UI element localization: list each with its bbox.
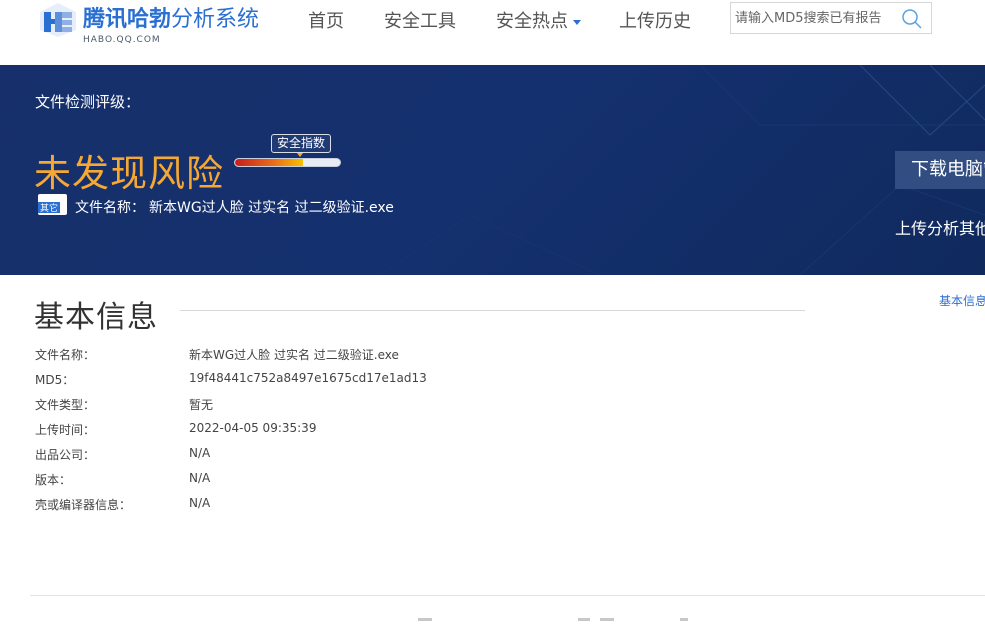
info-key: 出品公司： [35,448,96,462]
file-type-badge-icon: 其它 [38,194,67,215]
result-banner: 文件检测评级： 未发现风险 安全指数 其它 文件名称： 新本WG过人脸 过实名 … [0,65,985,275]
nav-upload-history[interactable]: 上传历史 [619,10,691,34]
download-pc-manager-button[interactable]: 下载电脑管家 [895,151,985,189]
safety-index-fill [235,159,304,166]
info-key: 壳或编译器信息： [35,498,132,512]
info-key: 版本： [35,473,72,487]
footer-fragment [578,618,590,621]
file-type-badge-text: 其它 [40,202,58,214]
search-input[interactable] [735,7,895,29]
search-icon[interactable] [901,8,923,30]
safety-index-bar [234,158,341,167]
section-divider [180,310,805,311]
info-value: N/A [189,471,211,485]
info-row-file-type: 文件类型： 暂无 [0,396,700,416]
info-key: 上传时间： [35,423,96,437]
nav-security-tools-label: 安全工具 [384,11,456,32]
rating-label: 文件检测评级： [35,93,141,111]
logo-title-light: 分析系统 [171,7,260,32]
info-key: MD5： [35,373,75,387]
footer-divider [30,595,985,596]
safety-tag-pointer [297,153,303,157]
logo-title: 腾讯哈勃分析系统 [83,5,259,35]
top-header: 腾讯哈勃分析系统 HABO.QQ.COM 首页 安全工具 安全热点 上传历史 [0,0,985,65]
side-nav-basic-info[interactable]: 基本信息 [939,292,985,309]
chevron-down-icon [573,19,581,25]
info-value: 2022-04-05 09:35:39 [189,421,317,435]
info-row-file-name: 文件名称： 新本WG过人脸 过实名 过二级验证.exe [0,346,700,366]
footer-fragment [680,618,688,621]
file-name-value: 新本WG过人脸 过实名 过二级验证.exe [149,200,394,216]
logo-title-strong: 腾讯哈勃 [83,7,172,32]
search-box [730,2,932,34]
habo-logo-icon [40,3,76,37]
nav-home[interactable]: 首页 [308,10,344,34]
footer-fragment [418,618,432,621]
nav-security-hotspots[interactable]: 安全热点 [496,10,581,34]
info-value: 19f48441c752a8497e1675cd17e1ad13 [189,371,427,385]
upload-other-file-link[interactable]: 上传分析其他文件 [895,215,985,239]
nav-security-hotspots-label: 安全热点 [496,11,568,32]
info-value: N/A [189,496,211,510]
logo[interactable]: 腾讯哈勃分析系统 HABO.QQ.COM [38,2,278,48]
info-key: 文件类型： [35,398,96,412]
safety-index-tag: 安全指数 [271,134,332,153]
info-row-company: 出品公司： N/A [0,446,700,466]
footer-fragment [600,618,614,621]
info-value: 新本WG过人脸 过实名 过二级验证.exe [189,348,399,362]
footer-cutoff-text [0,618,985,625]
info-row-upload-time: 上传时间： 2022-04-05 09:35:39 [0,421,700,441]
info-row-version: 版本： N/A [0,471,700,491]
info-row-packer: 壳或编译器信息： N/A [0,496,700,516]
info-key: 文件名称： [35,348,96,362]
risk-result: 未发现风险 [34,152,224,195]
info-value: N/A [189,446,211,460]
basic-info-title: 基本信息 [34,300,158,335]
nav-upload-history-label: 上传历史 [619,11,691,32]
logo-subtitle: HABO.QQ.COM [83,35,161,45]
info-value: 暂无 [189,398,214,412]
nav-security-tools[interactable]: 安全工具 [384,10,456,34]
nav-home-label: 首页 [308,11,344,32]
info-row-md5: MD5： 19f48441c752a8497e1675cd17e1ad13 [0,371,700,391]
file-name-label: 文件名称： [75,200,145,216]
